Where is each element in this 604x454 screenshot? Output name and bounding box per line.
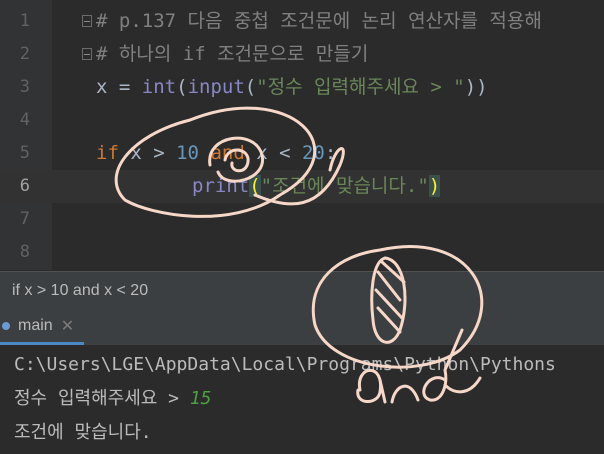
code-line-1[interactable]: 1 # p.137 다음 중첩 조건문에 논리 연산자를 적용해: [0, 5, 604, 38]
number-literal: 20: [301, 142, 325, 164]
builtin-input: input: [187, 76, 245, 98]
breadcrumb-hint[interactable]: if x > 10 and x < 20: [0, 271, 604, 309]
comment-text: # 하나의 if 조건문으로 만들기: [96, 43, 369, 65]
keyword-if: if: [96, 142, 119, 164]
builtin-int: int: [141, 76, 177, 98]
console-path-line: C:\Users\LGE\AppData\Local\Programs\Pyth…: [14, 354, 556, 375]
close-icon[interactable]: ✕: [61, 316, 74, 336]
prompt-text: 정수 입력해주세요 >: [14, 388, 190, 409]
expr-part: x >: [118, 142, 177, 164]
line-number: 5: [19, 143, 30, 163]
variable: x: [96, 76, 108, 98]
number-literal: 10: [176, 142, 199, 164]
tab-main[interactable]: main ✕: [0, 309, 85, 345]
comment-text: # p.137 다음 중첩 조건문에 논리 연산자를 적용해: [96, 10, 542, 32]
string-literal: "정수 입력해주세요 > ": [256, 76, 465, 98]
line-number: 4: [19, 110, 30, 130]
code-line-4[interactable]: 4: [0, 104, 604, 137]
builtin-print: print: [192, 175, 250, 197]
code-line-7[interactable]: 7: [0, 203, 604, 236]
string-literal: "조건에 맞습니다.": [260, 175, 429, 197]
code-text: x = int(input("정수 입력해주세요 > ")): [96, 71, 488, 104]
matched-paren: (: [249, 175, 261, 197]
line-number: 2: [19, 44, 30, 64]
python-run-icon: [2, 321, 10, 330]
code-line-3[interactable]: 3 x = int(input("정수 입력해주세요 > ")): [0, 71, 604, 104]
tab-label: main: [18, 316, 53, 334]
code-text: if x > 10 and x < 20:: [96, 137, 336, 170]
user-input-value: 15: [189, 388, 212, 409]
paren: (: [176, 76, 188, 98]
line-number: 8: [19, 242, 30, 262]
code-text: print("조건에 맞습니다."): [192, 170, 441, 203]
line-number: 3: [19, 77, 30, 97]
run-console[interactable]: C:\Users\LGE\AppData\Local\Programs\Pyth…: [0, 345, 604, 454]
code-line-5[interactable]: 5 if x > 10 and x < 20:: [0, 137, 604, 170]
operator: =: [107, 76, 142, 98]
run-tool-window-tabs: main ✕: [0, 309, 604, 346]
code-editor[interactable]: 1 # p.137 다음 중첩 조건문에 논리 연산자를 적용해 2 # 하나의…: [0, 0, 604, 270]
keyword-and: and: [210, 142, 245, 164]
console-output-line: 조건에 맞습니다.: [14, 422, 152, 443]
code-line-6[interactable]: 6 print("조건에 맞습니다."): [0, 170, 604, 203]
line-number: 6: [19, 176, 30, 196]
code-line-2[interactable]: 2 # 하나의 if 조건문으로 만들기: [0, 38, 604, 71]
paren: (: [244, 76, 257, 98]
line-number: 7: [19, 209, 30, 229]
fold-toggle-icon[interactable]: [82, 48, 92, 60]
code-line-8[interactable]: 8: [0, 236, 604, 269]
paren: )): [464, 76, 488, 98]
expr-part: x <: [244, 142, 302, 164]
colon: :: [324, 142, 337, 164]
console-prompt-line: 정수 입력해주세요 > 15: [14, 382, 212, 416]
line-number: 1: [19, 11, 30, 31]
fold-toggle-icon[interactable]: [82, 15, 92, 27]
matched-paren: ): [428, 175, 441, 197]
